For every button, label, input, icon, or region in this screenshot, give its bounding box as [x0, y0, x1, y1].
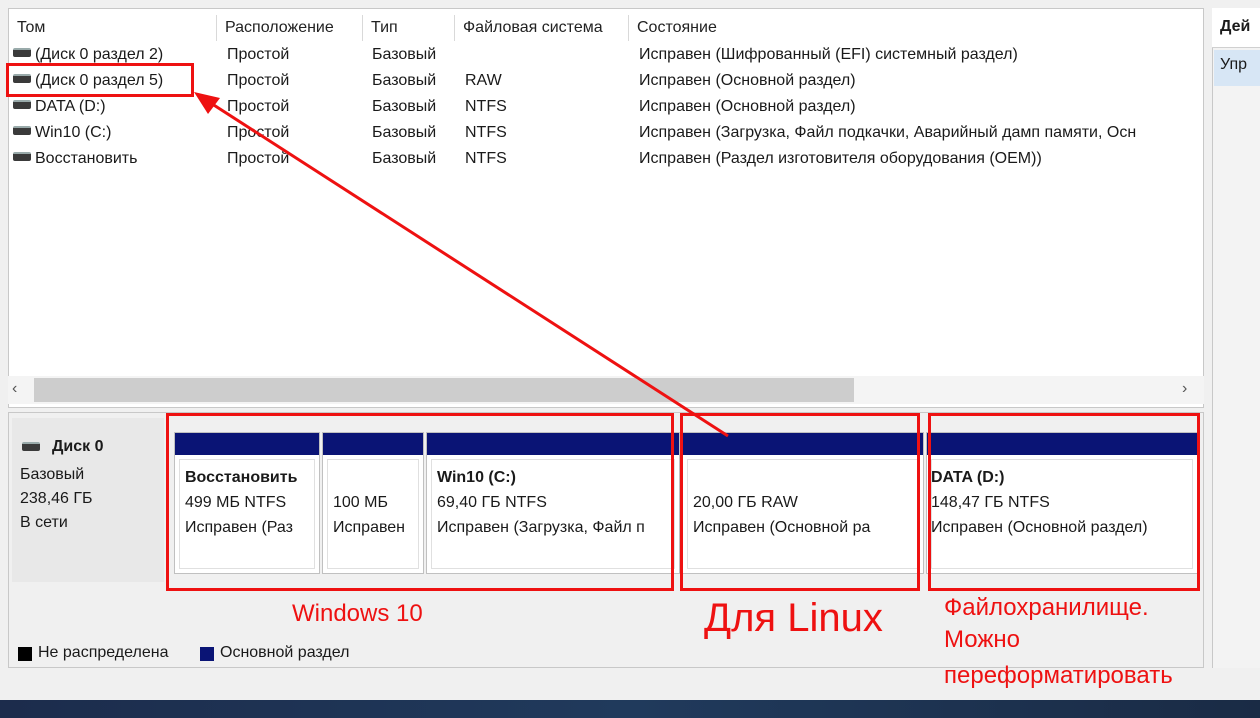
annotation-storage-text-2: Можно [944, 626, 1020, 653]
annotation-storage-text-3: переформатировать [944, 662, 1173, 689]
annotation-windows-text: Windows 10 [292, 600, 423, 627]
annotation-storage-text-1: Файлохранилище. [944, 594, 1149, 621]
annotation-linux-text: Для Linux [704, 596, 883, 640]
